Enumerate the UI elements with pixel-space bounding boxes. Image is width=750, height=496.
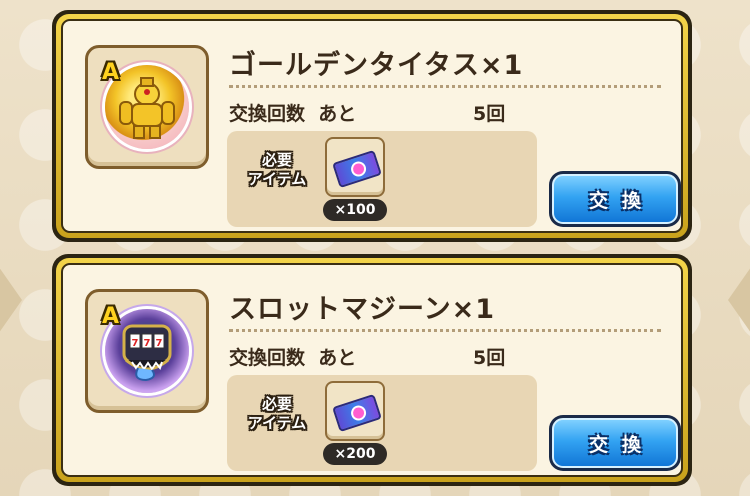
exchange-count-value: 5回 (473, 347, 506, 369)
exchange-card: 7 7 7 A スロットマジーン×1 交換回数 あと 5回 必要 アイテム ×2… (52, 254, 692, 486)
exchange-count-label: 交換回数 あと (229, 347, 357, 369)
monster-icon-frame[interactable]: 7 7 7 A (85, 289, 209, 413)
exchange-button[interactable]: 交換 (549, 171, 681, 227)
monster-icon-frame[interactable]: A (85, 45, 209, 169)
card-body: 7 7 7 A スロットマジーン×1 交換回数 あと 5回 必要 アイテム ×2… (61, 263, 683, 477)
svg-text:7: 7 (156, 338, 163, 349)
rank-badge: A (102, 304, 120, 329)
dotted-divider (229, 85, 661, 88)
exchange-count-label: 交換回数 あと (229, 103, 357, 125)
item-title: ゴールデンタイタス×1 (229, 50, 524, 81)
ticket-icon (332, 149, 382, 189)
exchange-card: A ゴールデンタイタス×1 交換回数 あと 5回 必要 アイテム ×100 交換 (52, 10, 692, 242)
scroll-left-arrow (0, 260, 22, 340)
rank-badge: A (102, 60, 120, 85)
required-item-label: 必要 アイテム (247, 395, 307, 432)
required-item-panel: 必要 アイテム ×100 (227, 131, 537, 227)
exchange-button-label: 交換 (552, 174, 678, 224)
item-title: スロットマジーン×1 (229, 294, 496, 325)
exchange-button[interactable]: 交換 (549, 415, 681, 471)
card-gold-border: 7 7 7 A スロットマジーン×1 交換回数 あと 5回 必要 アイテム ×2… (56, 258, 688, 482)
exchange-count-value: 5回 (473, 103, 506, 125)
svg-text:7: 7 (144, 338, 151, 349)
required-item-slot[interactable] (325, 381, 385, 441)
svg-text:7: 7 (132, 338, 139, 349)
dotted-divider (229, 329, 661, 332)
required-item-quantity: ×200 (323, 443, 387, 465)
exchange-button-label: 交換 (552, 418, 678, 468)
required-item-label: 必要 アイテム (247, 151, 307, 188)
required-item-slot[interactable] (325, 137, 385, 197)
card-body: A ゴールデンタイタス×1 交換回数 あと 5回 必要 アイテム ×100 交換 (61, 19, 683, 233)
scroll-right-arrow (728, 260, 750, 340)
card-gold-border: A ゴールデンタイタス×1 交換回数 あと 5回 必要 アイテム ×100 交換 (56, 14, 688, 238)
ticket-icon (332, 393, 382, 433)
required-item-panel: 必要 アイテム ×200 (227, 375, 537, 471)
required-item-quantity: ×100 (323, 199, 387, 221)
